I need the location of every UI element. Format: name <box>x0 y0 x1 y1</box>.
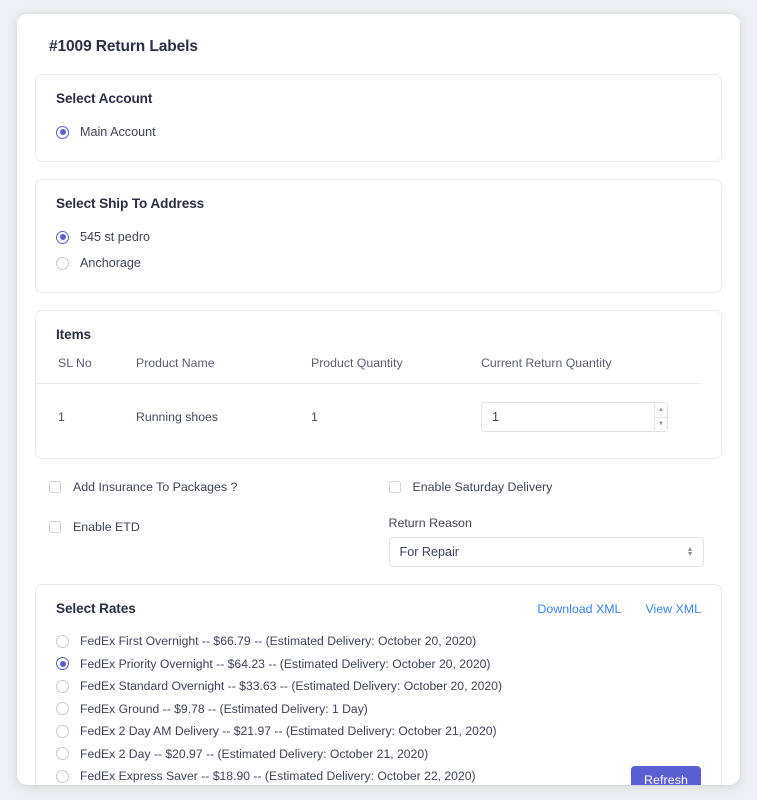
rate-option-label: FedEx 2 Day -- $20.97 -- (Estimated Deli… <box>80 746 429 761</box>
add-insurance-checkbox-row[interactable]: Add Insurance To Packages ? <box>49 476 379 498</box>
rate-option-4[interactable]: FedEx Ground -- $9.78 -- (Estimated Deli… <box>36 698 721 721</box>
delivery-options-section: Add Insurance To Packages ? Enable ETD E… <box>35 476 722 567</box>
checkbox-icon[interactable] <box>388 481 401 493</box>
cell-product-quantity: 1 <box>311 410 318 424</box>
stepper-up-icon[interactable]: ▲ <box>655 403 667 418</box>
rate-option-1[interactable]: FedEx First Overnight -- $66.79 -- (Esti… <box>36 630 721 653</box>
return-reason-field: Return Reason For Repair ▲ ▼ <box>388 516 719 567</box>
saturday-delivery-checkbox-row[interactable]: Enable Saturday Delivery <box>388 476 719 498</box>
radio-icon[interactable] <box>56 702 69 716</box>
items-panel: Items SL No Product Name Product Quantit… <box>35 310 722 459</box>
add-insurance-label: Add Insurance To Packages ? <box>73 480 238 494</box>
download-xml-link[interactable]: Download XML <box>537 602 621 616</box>
account-option-main[interactable]: Main Account <box>36 119 721 145</box>
rate-option-label: FedEx Ground -- $9.78 -- (Estimated Deli… <box>80 701 368 716</box>
options-right-column: Enable Saturday Delivery Return Reason F… <box>379 476 719 567</box>
table-header-row: SL No Product Name Product Quantity Curr… <box>36 356 701 384</box>
stepper-down-icon[interactable]: ▼ <box>655 417 667 431</box>
return-quantity-stepper[interactable]: ▲ ▼ <box>481 402 668 432</box>
saturday-delivery-label: Enable Saturday Delivery <box>412 480 553 494</box>
account-radio-group: Main Account <box>36 106 721 161</box>
radio-icon[interactable] <box>56 679 69 693</box>
items-title: Items <box>56 327 92 342</box>
ship-to-option-2[interactable]: Anchorage <box>36 250 721 276</box>
ship-to-radio-group: 545 st pedro Anchorage <box>36 211 721 292</box>
column-header-product-name: Product Name <box>136 356 311 384</box>
radio-icon[interactable] <box>56 657 69 671</box>
rates-links: Download XML View XML <box>537 602 701 616</box>
view-xml-link[interactable]: View XML <box>645 602 701 616</box>
select-rates-panel: Select Rates Download XML View XML FedEx… <box>35 584 722 785</box>
select-rates-title: Select Rates <box>56 601 136 616</box>
items-table-wrap: SL No Product Name Product Quantity Curr… <box>36 356 721 458</box>
return-reason-select[interactable]: For Repair ▲ ▼ <box>388 537 704 567</box>
rate-option-2[interactable]: FedEx Priority Overnight -- $64.23 -- (E… <box>36 653 721 676</box>
rates-header: Select Rates Download XML View XML <box>36 585 721 616</box>
cell-return-quantity: ▲ ▼ <box>481 384 701 451</box>
ship-to-option-label: 545 st pedro <box>80 230 151 244</box>
ship-to-option-label: Anchorage <box>80 256 141 270</box>
radio-icon[interactable] <box>56 230 69 244</box>
column-header-sl-no: SL No <box>36 356 136 384</box>
rate-option-3[interactable]: FedEx Standard Overnight -- $33.63 -- (E… <box>36 675 721 698</box>
return-reason-value: For Repair <box>399 545 460 559</box>
rates-radio-group: FedEx First Overnight -- $66.79 -- (Esti… <box>36 616 721 785</box>
radio-icon[interactable] <box>56 769 69 783</box>
rate-option-label: FedEx Express Saver -- $18.90 -- (Estima… <box>80 769 476 784</box>
return-labels-card: #1009 Return Labels Select Account Main … <box>17 14 740 785</box>
refresh-button[interactable]: Refresh <box>631 765 701 785</box>
radio-icon[interactable] <box>56 724 69 738</box>
enable-etd-label: Enable ETD <box>73 520 140 534</box>
account-option-label: Main Account <box>80 125 156 139</box>
stepper-buttons[interactable]: ▲ ▼ <box>654 403 667 431</box>
ship-to-option-1[interactable]: 545 st pedro <box>36 224 721 250</box>
enable-etd-checkbox-row[interactable]: Enable ETD <box>49 516 379 538</box>
rate-option-label: FedEx Standard Overnight -- $33.63 -- (E… <box>80 679 503 694</box>
items-table: SL No Product Name Product Quantity Curr… <box>36 356 701 450</box>
table-row: 1 Running shoes 1 ▲ ▼ <box>36 384 701 451</box>
checkbox-icon[interactable] <box>49 481 61 493</box>
select-ship-to-title: Select Ship To Address <box>56 196 205 211</box>
return-quantity-input[interactable] <box>482 403 654 431</box>
options-left-column: Add Insurance To Packages ? Enable ETD <box>39 476 379 567</box>
radio-icon[interactable] <box>56 634 69 648</box>
select-ship-to-address-panel: Select Ship To Address 545 st pedro Anch… <box>35 179 722 293</box>
chevron-updown-icon[interactable]: ▲ ▼ <box>687 546 694 558</box>
return-reason-label: Return Reason <box>388 516 472 530</box>
radio-icon[interactable] <box>56 256 69 270</box>
cell-sl-no: 1 <box>58 410 65 424</box>
page-root: #1009 Return Labels Select Account Main … <box>0 0 757 800</box>
rate-option-label: FedEx 2 Day AM Delivery -- $21.97 -- (Es… <box>80 724 497 739</box>
rate-option-label: FedEx Priority Overnight -- $64.23 -- (E… <box>80 656 491 671</box>
checkbox-icon[interactable] <box>49 521 61 533</box>
column-header-product-quantity: Product Quantity <box>311 356 481 384</box>
radio-icon[interactable] <box>56 125 69 139</box>
cell-product-name: Running shoes <box>136 410 219 424</box>
rate-option-7[interactable]: FedEx Express Saver -- $18.90 -- (Estima… <box>36 765 721 785</box>
select-account-title: Select Account <box>56 91 153 106</box>
column-header-current-return-quantity: Current Return Quantity <box>481 356 701 384</box>
radio-icon[interactable] <box>56 747 69 761</box>
page-title: #1009 Return Labels <box>49 38 198 55</box>
rate-option-6[interactable]: FedEx 2 Day -- $20.97 -- (Estimated Deli… <box>36 743 721 766</box>
rate-option-label: FedEx First Overnight -- $66.79 -- (Esti… <box>80 634 477 649</box>
select-account-panel: Select Account Main Account <box>35 74 722 162</box>
rate-option-5[interactable]: FedEx 2 Day AM Delivery -- $21.97 -- (Es… <box>36 720 721 743</box>
